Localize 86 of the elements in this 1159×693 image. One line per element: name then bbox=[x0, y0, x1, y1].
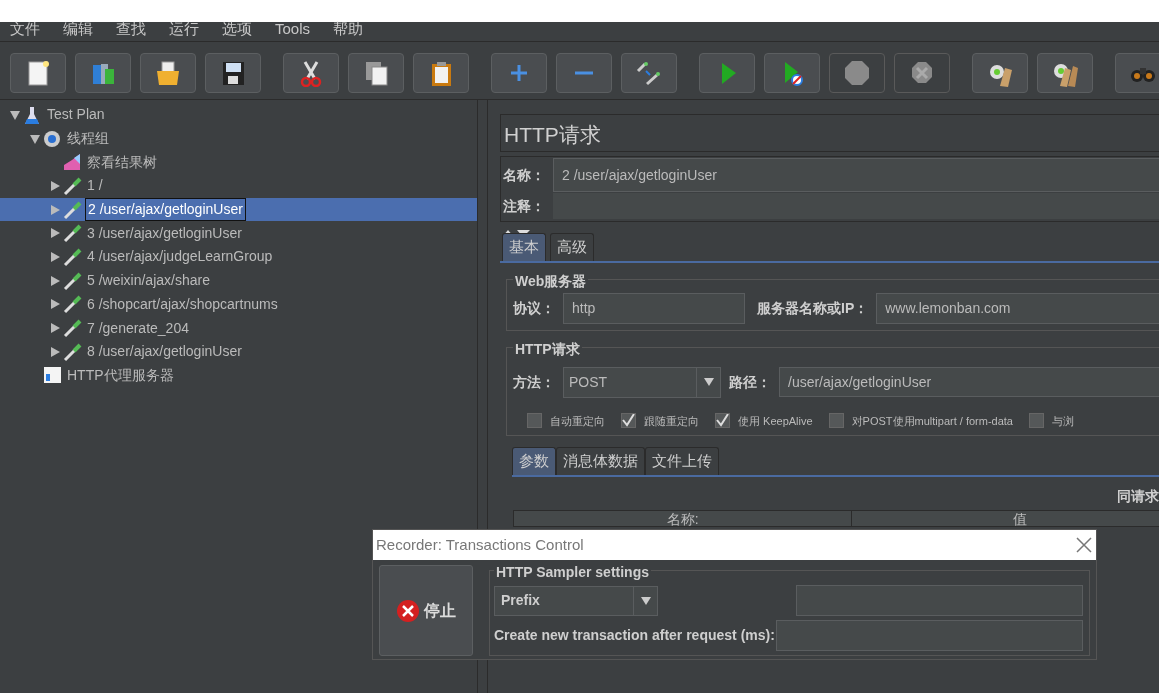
pipette-icon bbox=[63, 246, 82, 267]
tree-item[interactable]: 4 /user/ajax/judgeLearnGroup bbox=[85, 246, 275, 268]
dropdown-arrow-icon bbox=[703, 378, 714, 386]
pipette-icon bbox=[63, 318, 82, 339]
tree-item[interactable]: 7 /generate_204 bbox=[85, 317, 191, 339]
toolbar-button[interactable] bbox=[1037, 53, 1093, 93]
toolbar-button[interactable] bbox=[10, 53, 66, 93]
checkbox-label: 与浏 bbox=[1051, 413, 1074, 429]
field-label: 协议： bbox=[513, 298, 555, 318]
field-label: 路径： bbox=[729, 372, 771, 392]
checkbox[interactable] bbox=[828, 413, 844, 429]
dialog-title: Recorder: Transactions Control bbox=[376, 534, 584, 555]
selected-row[interactable]: 2 /user/ajax/getloginUser bbox=[0, 197, 477, 222]
column-header: 名称: bbox=[514, 510, 853, 526]
close-icon[interactable] bbox=[1076, 537, 1092, 553]
field-label: Create new transaction after request (ms): bbox=[494, 626, 775, 645]
pipette-icon bbox=[63, 341, 82, 362]
pipette-icon bbox=[63, 270, 82, 291]
tree-item[interactable]: 线程组 bbox=[65, 128, 111, 150]
tree-item[interactable]: 6 /shopcart/ajax/shopcartnums bbox=[85, 293, 280, 315]
transaction-field[interactable] bbox=[775, 620, 1083, 651]
tab[interactable]: 基本 bbox=[502, 233, 546, 261]
menu-item[interactable]: 运行 bbox=[159, 22, 199, 41]
check-icon bbox=[716, 414, 729, 428]
proxy-icon bbox=[43, 365, 62, 386]
prefix-select[interactable]: Prefix bbox=[494, 585, 658, 616]
menu-item[interactable]: 文件 bbox=[0, 22, 40, 41]
field-label: 方法： bbox=[513, 372, 555, 392]
menu-item[interactable]: Tools bbox=[265, 22, 311, 41]
menu-item[interactable]: 帮助 bbox=[323, 22, 364, 41]
menu-item[interactable]: 选项 bbox=[212, 22, 252, 41]
checkbox[interactable] bbox=[1028, 413, 1044, 429]
menu-item[interactable]: 查找 bbox=[106, 22, 146, 41]
toolbar-button[interactable] bbox=[283, 53, 339, 93]
prefix-field[interactable] bbox=[796, 585, 1083, 616]
checkbox[interactable] bbox=[621, 413, 636, 429]
path-field[interactable]: /user/ajax/getloginUser bbox=[779, 367, 1159, 397]
method-select[interactable]: POST bbox=[563, 366, 721, 398]
tree-item[interactable]: 察看结果树 bbox=[85, 151, 159, 173]
menu-item[interactable]: 编辑 bbox=[53, 22, 93, 41]
column-header: 值 bbox=[1011, 510, 1028, 526]
comment-field[interactable] bbox=[553, 193, 1159, 219]
field-label: 服务器名称或IP： bbox=[757, 298, 869, 318]
minus-icon bbox=[575, 71, 593, 75]
checkbox-label: 使用 KeepAlive bbox=[738, 413, 813, 429]
field-label: 名称： bbox=[503, 165, 545, 185]
tab[interactable]: 文件上传 bbox=[645, 447, 719, 475]
toolbar-button[interactable] bbox=[413, 53, 469, 93]
name-field[interactable]: 2 /user/ajax/getloginUser bbox=[553, 158, 1159, 192]
pipette-icon bbox=[63, 223, 82, 244]
error-icon bbox=[396, 598, 420, 623]
tree-item[interactable]: Test Plan bbox=[45, 104, 107, 126]
toolbar-button[interactable] bbox=[140, 53, 196, 93]
dropdown-arrow-icon bbox=[640, 596, 651, 605]
checkbox-label: 跟随重定向 bbox=[644, 413, 699, 429]
checkbox-label: 自动重定向 bbox=[550, 413, 605, 429]
checkbox[interactable] bbox=[715, 413, 730, 429]
stop-button[interactable]: 停止 bbox=[379, 565, 473, 656]
chart-icon bbox=[63, 152, 82, 173]
tab[interactable]: 消息体数据 bbox=[556, 447, 645, 475]
pipette-icon bbox=[63, 199, 82, 220]
toolbar-button[interactable] bbox=[205, 53, 261, 93]
protocol-field[interactable]: http bbox=[563, 292, 745, 324]
tab[interactable]: 参数 bbox=[512, 447, 556, 475]
table-caption: 同请求 bbox=[1117, 486, 1159, 506]
tree-item[interactable]: 5 /weixin/ajax/share bbox=[85, 270, 212, 292]
checkbox-label: 对POST使用multipart / form-data bbox=[851, 413, 1013, 429]
flask-icon bbox=[23, 104, 42, 125]
tree-item[interactable]: 3 /user/ajax/getloginUser bbox=[85, 222, 244, 244]
tab[interactable]: 高级 bbox=[550, 233, 594, 261]
checkbox[interactable] bbox=[527, 413, 542, 429]
toolbar-button[interactable] bbox=[972, 53, 1028, 93]
panel-title: HTTP请求 bbox=[503, 122, 602, 148]
server-field[interactable]: www.lemonban.com bbox=[876, 292, 1159, 324]
pipette-icon bbox=[63, 294, 82, 315]
pipette-icon bbox=[63, 175, 82, 196]
field-label: 注释： bbox=[503, 196, 545, 216]
tree-item[interactable]: HTTP代理服务器 bbox=[65, 364, 176, 386]
stop-icon bbox=[843, 59, 871, 87]
check-icon bbox=[622, 414, 635, 428]
tree-item[interactable]: 1 / bbox=[85, 175, 105, 197]
tree-item[interactable]: 8 /user/ajax/getloginUser bbox=[85, 341, 244, 363]
folder-icon bbox=[154, 59, 182, 87]
tree-item[interactable]: 2 /user/ajax/getloginUser bbox=[85, 198, 246, 222]
pipettes-icon bbox=[635, 59, 663, 87]
toolbar-button[interactable] bbox=[348, 53, 404, 93]
